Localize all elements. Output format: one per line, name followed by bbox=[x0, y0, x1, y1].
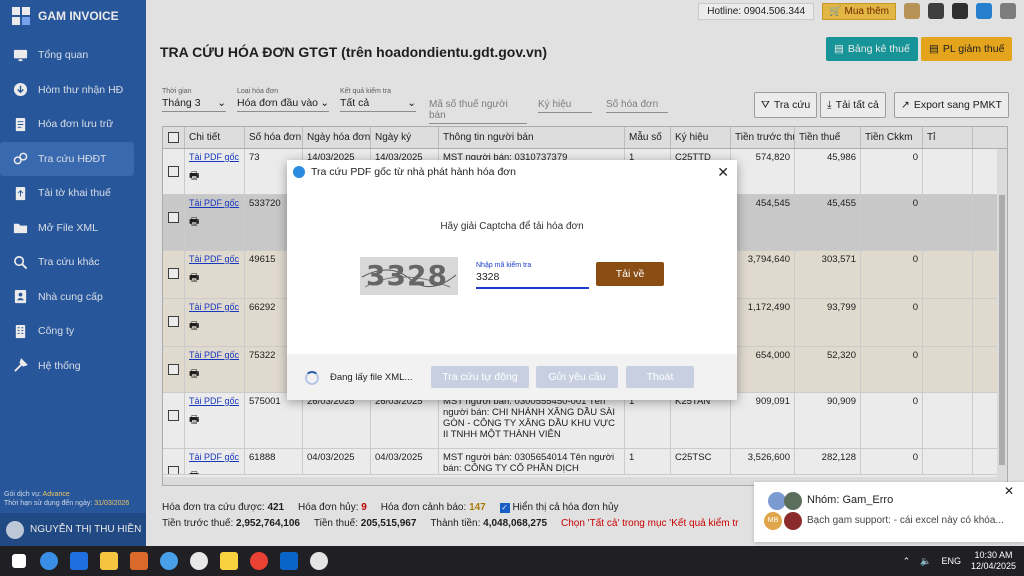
taskbar: ⌃ 🔈 ENG 10:30 AM 12/04/2025 bbox=[0, 546, 1024, 576]
chat-message: Bạch gam support: - cái excel này có khó… bbox=[807, 515, 1004, 526]
captcha-input[interactable]: Nhập mã kiểm tra 3328 bbox=[476, 262, 589, 289]
captcha-input-value: 3328 bbox=[476, 269, 589, 289]
app-1-icon[interactable] bbox=[34, 546, 64, 576]
group-avatar: MB bbox=[762, 492, 804, 534]
dialog-title: Tra cứu PDF gốc từ nhà phát hành hóa đơn bbox=[311, 166, 517, 178]
clock-date: 12/04/2025 bbox=[970, 561, 1016, 571]
system-tray: ⌃ 🔈 ENG 10:30 AM 12/04/2025 bbox=[903, 546, 1016, 576]
sticky-notes-icon[interactable] bbox=[214, 546, 244, 576]
auto-lookup-button[interactable]: Tra cứu tự động bbox=[431, 366, 529, 388]
loading-spinner-icon bbox=[305, 371, 319, 385]
captcha-text: 3328 bbox=[366, 259, 448, 292]
windows-start-icon[interactable] bbox=[4, 546, 34, 576]
chevron-up-icon[interactable]: ⌃ bbox=[903, 556, 911, 567]
outlook-icon[interactable] bbox=[274, 546, 304, 576]
captcha-input-label: Nhập mã kiểm tra bbox=[476, 262, 532, 269]
app-2-icon[interactable] bbox=[124, 546, 154, 576]
close-icon[interactable]: ✕ bbox=[717, 164, 729, 181]
app-icon bbox=[293, 166, 305, 178]
clock[interactable]: 10:30 AM 12/04/2025 bbox=[971, 550, 1016, 572]
paint-icon[interactable] bbox=[304, 546, 334, 576]
volume-icon[interactable]: 🔈 bbox=[920, 556, 931, 567]
exit-button[interactable]: Thoát bbox=[626, 366, 694, 388]
folder-icon[interactable] bbox=[94, 546, 124, 576]
dialog-titlebar: Tra cứu PDF gốc từ nhà phát hành hóa đơn bbox=[287, 160, 737, 184]
gam-invoice-icon[interactable] bbox=[154, 546, 184, 576]
language[interactable]: ENG bbox=[941, 556, 961, 566]
app-3-icon[interactable] bbox=[184, 546, 214, 576]
chat-title: Nhóm: Gam_Erro bbox=[807, 494, 894, 506]
send-request-button[interactable]: Gửi yêu cầu bbox=[536, 366, 618, 388]
captcha-prompt: Hãy giải Captcha để tải hóa đơn bbox=[440, 221, 584, 232]
status-text: Đang lấy file XML... bbox=[330, 372, 413, 383]
dialog-footer: Đang lấy file XML... Tra cứu tự động Gửi… bbox=[287, 354, 737, 400]
chrome-icon[interactable] bbox=[244, 546, 274, 576]
dropbox-icon[interactable] bbox=[64, 546, 94, 576]
chat-notification[interactable]: MB Nhóm: Gam_Erro Bạch gam support: - cá… bbox=[754, 482, 1024, 542]
captcha-dialog: Tra cứu PDF gốc từ nhà phát hành hóa đơn… bbox=[287, 160, 737, 400]
captcha-image: 3328 bbox=[360, 257, 458, 295]
close-icon[interactable]: ✕ bbox=[1004, 484, 1014, 498]
clock-time: 10:30 AM bbox=[974, 550, 1013, 560]
download-button[interactable]: Tải về bbox=[596, 262, 664, 286]
